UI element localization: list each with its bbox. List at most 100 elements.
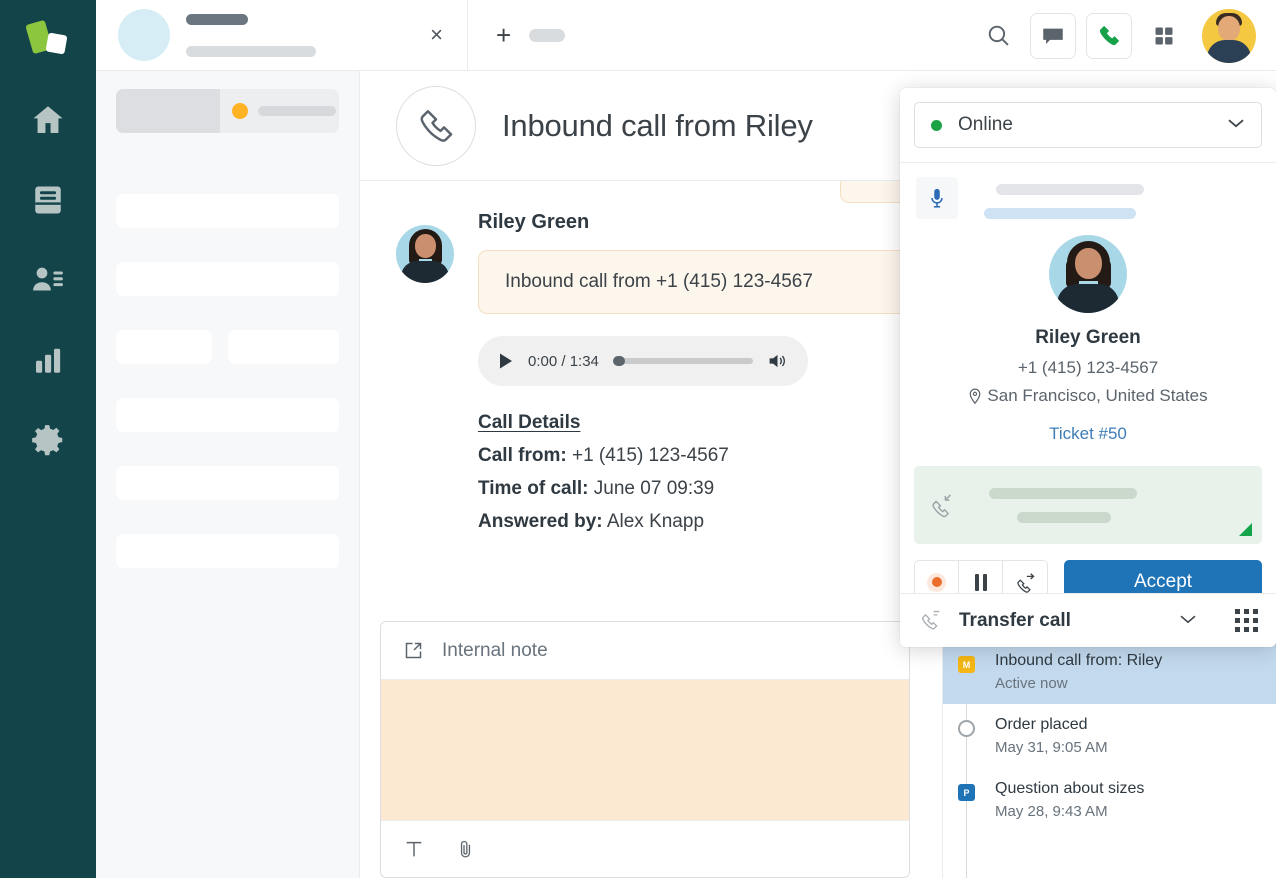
placeholder-line xyxy=(989,487,1137,499)
list-item[interactable] xyxy=(116,466,339,500)
tab-title-placeholder xyxy=(186,13,248,25)
call-details-label: Call from: xyxy=(478,445,567,466)
tab-active-ticket[interactable]: × xyxy=(96,0,468,70)
paperclip-icon[interactable] xyxy=(455,838,476,860)
new-tab-button[interactable]: + xyxy=(468,0,566,70)
plus-icon: + xyxy=(496,20,512,50)
resize-handle[interactable] xyxy=(1239,523,1252,536)
audio-player[interactable]: 0:00 / 1:34 xyxy=(478,336,808,386)
incoming-call-icon xyxy=(932,493,952,517)
list-item-block-a xyxy=(116,330,212,364)
pause-icon xyxy=(974,573,987,591)
agent-status-dropdown[interactable]: Online xyxy=(914,102,1262,148)
list-item-block-b xyxy=(228,330,339,364)
placeholder-line xyxy=(996,184,1144,195)
apps-grid-icon xyxy=(1155,27,1173,44)
timeline-badge-event xyxy=(958,720,975,737)
page-title: Inbound call from Riley xyxy=(502,107,813,143)
chat-button[interactable] xyxy=(1030,12,1076,59)
list-header-block xyxy=(116,89,220,133)
call-details-value: June 07 09:39 xyxy=(593,478,715,499)
status-dot-icon xyxy=(931,119,942,131)
nav-item-home[interactable] xyxy=(20,92,76,148)
timeline-item-title: Question about sizes xyxy=(995,780,1145,797)
keypad-icon[interactable] xyxy=(1235,609,1258,632)
nav-item-views[interactable] xyxy=(20,172,76,228)
list-item[interactable] xyxy=(116,534,339,568)
play-icon[interactable] xyxy=(498,352,514,370)
call-top-row xyxy=(900,163,1276,219)
timeline-item[interactable]: M Inbound call from: Riley Active now xyxy=(943,640,1276,704)
audio-timestamp: 0:00 / 1:34 xyxy=(528,352,599,370)
audio-progress-slider[interactable] xyxy=(612,356,753,366)
timeline-item-text: Order placed May 31, 9:05 AM xyxy=(995,716,1108,756)
composer-mode-label: Internal note xyxy=(442,639,548,661)
avatar-body xyxy=(1207,39,1251,63)
timeline-badge-support: P xyxy=(958,784,975,801)
tab-bar: × + xyxy=(96,0,1276,71)
timeline-item[interactable]: P Question about sizes May 28, 9:43 AM xyxy=(943,768,1276,832)
list-item[interactable] xyxy=(116,330,339,364)
timeline-item-text: Question about sizes May 28, 9:43 AM xyxy=(995,780,1144,820)
composer-toolbar xyxy=(381,820,909,877)
timeline-item-title: Inbound call from: Riley xyxy=(995,652,1163,669)
primary-nav-rail xyxy=(0,0,96,878)
search-button[interactable] xyxy=(976,13,1020,59)
agent-status-label: Online xyxy=(958,114,1013,135)
pause-bar-left xyxy=(974,573,979,591)
transfer-call-row[interactable]: Transfer call xyxy=(900,593,1276,647)
conversation-list-panel xyxy=(96,71,360,878)
caller-avatar xyxy=(1049,235,1127,313)
ticket-link[interactable]: Ticket #50 xyxy=(900,424,1276,444)
list-item[interactable] xyxy=(116,262,339,296)
avatar-body xyxy=(401,261,449,283)
message-avatar xyxy=(396,225,454,283)
apps-button[interactable] xyxy=(1142,13,1186,59)
logo-shape-white xyxy=(45,32,68,55)
timeline-item[interactable]: Order placed May 31, 9:05 AM xyxy=(943,704,1276,768)
audio-progress-handle[interactable] xyxy=(612,356,625,366)
chevron-down-icon xyxy=(1227,116,1245,134)
microphone-button[interactable] xyxy=(916,177,958,219)
list-item[interactable] xyxy=(116,398,339,432)
call-top-placeholder xyxy=(984,184,1144,219)
record-icon xyxy=(927,572,946,592)
caller-location-label: San Francisco, United States xyxy=(987,386,1208,405)
customers-icon xyxy=(33,267,63,291)
talk-button[interactable] xyxy=(1086,12,1132,59)
close-icon[interactable]: × xyxy=(424,20,449,50)
app-root: × + Inbound call from Riley Riley Green … xyxy=(0,0,1276,878)
call-details-label: Time of call: xyxy=(478,478,589,499)
tab-placeholder-lines xyxy=(186,13,424,57)
avatar-body xyxy=(1057,284,1119,313)
phone-icon xyxy=(1099,25,1119,46)
search-icon xyxy=(988,25,1009,46)
customer-timeline: M Inbound call from: Riley Active now Or… xyxy=(942,640,1276,878)
agent-avatar[interactable] xyxy=(1202,8,1256,63)
nav-item-reporting[interactable] xyxy=(20,332,76,388)
avatar-head xyxy=(1218,15,1240,41)
note-edit-icon xyxy=(405,642,422,659)
nav-item-customers[interactable] xyxy=(20,252,76,308)
composer-textarea[interactable] xyxy=(381,680,909,820)
call-details-value: +1 (415) 123-4567 xyxy=(571,445,729,466)
timeline-item-title: Order placed xyxy=(995,716,1088,733)
bar-chart-icon xyxy=(36,348,61,373)
pause-bar-right xyxy=(982,573,987,591)
nav-item-admin[interactable] xyxy=(20,412,76,468)
list-item[interactable] xyxy=(116,194,339,228)
gear-icon xyxy=(32,425,63,456)
text-format-icon[interactable] xyxy=(403,838,425,860)
list-header-placeholder[interactable] xyxy=(116,89,339,133)
caller-name: Riley Green xyxy=(1035,327,1141,348)
toolbar-actions xyxy=(976,0,1256,71)
composer-mode-selector[interactable]: Internal note xyxy=(381,622,909,680)
tab-avatar xyxy=(118,9,170,61)
timeline-badge-messaging: M xyxy=(958,656,975,673)
timeline-item-subtitle: May 28, 9:43 AM xyxy=(995,803,1108,820)
volume-icon[interactable] xyxy=(767,352,788,370)
timeline-item-subtitle: May 31, 9:05 AM xyxy=(995,739,1108,756)
chevron-down-icon[interactable] xyxy=(1179,612,1197,630)
home-icon xyxy=(33,106,63,133)
zendesk-logo-icon[interactable] xyxy=(23,18,73,68)
